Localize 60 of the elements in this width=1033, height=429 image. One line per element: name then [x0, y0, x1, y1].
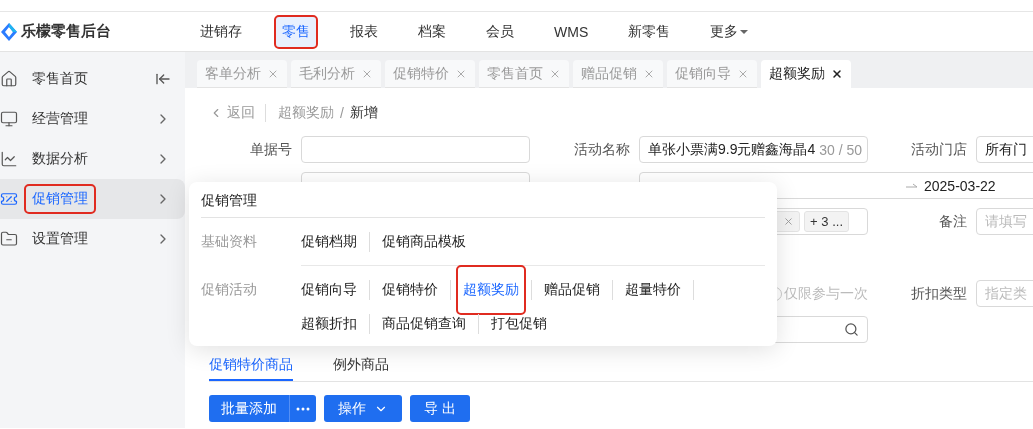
collapse-icon[interactable]: [155, 71, 171, 87]
field-label: 折扣类型: [911, 284, 967, 303]
app-name: 乐檬零售后台: [21, 22, 111, 41]
section-label: 基础资料: [201, 232, 258, 251]
menu-link[interactable]: 促销商品模板: [382, 233, 466, 251]
menu-icon: [0, 70, 18, 88]
menu-link[interactable]: 打包促销: [491, 315, 547, 333]
sidebar-item[interactable]: 促销管理: [0, 179, 185, 219]
checkbox-label: 仅限参与一次: [784, 284, 868, 303]
nav-item[interactable]: 零售: [276, 16, 316, 47]
nav-item[interactable]: 会员: [480, 16, 520, 47]
sidebar-item[interactable]: 零售首页: [0, 59, 185, 99]
field-label: 活动名称: [574, 140, 630, 159]
menu-icon: [0, 110, 18, 128]
sidebar-item[interactable]: 设置管理: [0, 219, 185, 259]
operation-button[interactable]: 操作: [324, 395, 402, 422]
char-count: 30 / 50: [819, 141, 863, 158]
text-field[interactable]: 单张小票满9.9元赠鑫海晶4 30 / 50: [639, 136, 868, 163]
end-date: 2025-03-22: [924, 177, 996, 194]
nav-item[interactable]: 新零售: [622, 16, 677, 47]
breadcrumb-item: 超额奖励: [278, 104, 334, 122]
nav-item[interactable]: WMS: [548, 17, 595, 46]
search-icon[interactable]: [844, 322, 859, 337]
nav-item[interactable]: 档案: [412, 16, 452, 47]
store-tag: + 3 ...: [804, 211, 849, 232]
menu-link[interactable]: 超量特价: [625, 281, 681, 299]
nav-item[interactable]: 进销存: [194, 16, 248, 47]
caret-icon: [740, 28, 749, 35]
menu-link[interactable]: 促销向导: [301, 281, 357, 299]
menu-link[interactable]: 促销特价: [382, 281, 438, 299]
menu-link[interactable]: 赠品促销: [544, 281, 600, 299]
logo-icon: [1, 22, 17, 41]
menu-icon: [0, 190, 18, 208]
sidebar-item[interactable]: 经营管理: [0, 99, 185, 139]
menu-icon: [0, 150, 18, 168]
text-field[interactable]: [301, 136, 530, 163]
breadcrumb-item: 新增: [349, 104, 378, 122]
breadcrumb-separator: /: [340, 105, 344, 121]
batch-add-button[interactable]: 批量添加: [209, 395, 289, 422]
goods-tab[interactable]: 促销特价商品: [209, 351, 293, 381]
export-button[interactable]: 导 出: [410, 395, 470, 422]
text-field[interactable]: 所有门: [976, 136, 1033, 163]
menu-icon: [0, 230, 18, 248]
page-tab[interactable]: 超额奖励: [761, 60, 851, 88]
nav-item[interactable]: 报表: [344, 16, 384, 47]
field-label: 单据号: [250, 140, 292, 159]
field-label: 活动门店: [911, 140, 967, 159]
close-icon[interactable]: [831, 68, 843, 80]
menu-link[interactable]: 超额折扣: [301, 315, 357, 333]
menu-link[interactable]: 商品促销查询: [382, 315, 466, 333]
field-label: 备注: [939, 212, 967, 231]
popup-title: 促销管理: [201, 192, 765, 218]
menu-link[interactable]: 促销档期: [301, 233, 357, 251]
more-button[interactable]: [289, 395, 316, 422]
menu-link[interactable]: 超额奖励: [458, 267, 524, 313]
section-label: 促销活动: [201, 280, 258, 299]
nav-item[interactable]: 更多: [704, 16, 755, 47]
more-icon: [296, 406, 310, 411]
goods-tab[interactable]: 例外商品: [333, 351, 389, 381]
sidebar-item[interactable]: 数据分析: [0, 139, 185, 179]
